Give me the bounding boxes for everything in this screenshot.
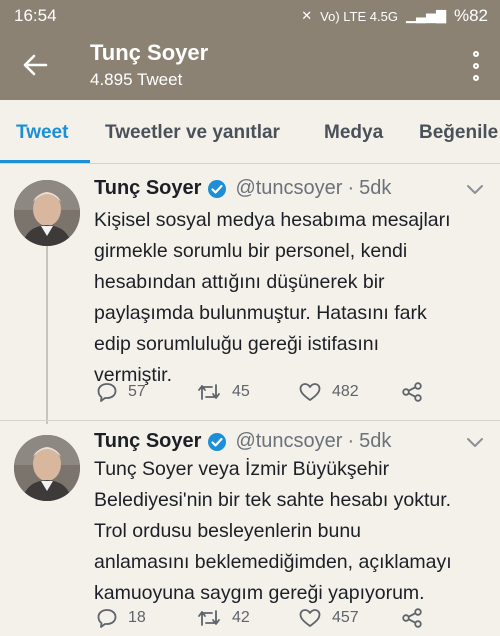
tweet-text-line: Tunç Soyer veya İzmir Büyükşehir (94, 458, 390, 480)
reply-count: 57 (128, 383, 146, 400)
author-handle: @tuncsoyer (235, 177, 343, 199)
thread-line (46, 246, 48, 424)
tweet-text: Tunç Soyer veya İzmir Büyükşehir Belediy… (94, 454, 489, 609)
reply-icon (97, 383, 117, 402)
reply-button[interactable]: 57 (96, 381, 146, 403)
author-name[interactable]: Tunç Soyer (94, 430, 201, 453)
chevron-down-icon[interactable] (466, 437, 484, 449)
share-button[interactable] (400, 607, 424, 629)
like-count: 482 (332, 383, 359, 400)
tweet-text-line: Kişisel sosyal medya hesabıma mesajları (94, 209, 451, 231)
retweet-count: 42 (232, 609, 250, 626)
verified-badge-icon (208, 432, 227, 451)
like-count: 457 (332, 609, 359, 626)
status-bar: 16:54 ✕ Vo) LTE 4.5G ▁▃▅▇ %82 (0, 0, 500, 32)
tweet-count: 4.895 Tweet (90, 70, 183, 89)
profile-header: Tunç Soyer 4.895 Tweet (0, 32, 500, 100)
more-options-button[interactable] (464, 48, 488, 84)
profile-tabs: Tweet Tweetler ve yanıtlar Medya Beğenil… (0, 100, 500, 164)
mute-icon: ✕ (301, 8, 313, 23)
tweet-text-line: girmekle sorumlu bir personel, kendi (94, 240, 408, 262)
network-indicator: Vo) LTE 4.5G (320, 8, 398, 24)
share-icon (402, 382, 422, 402)
separator-dot: · (347, 177, 355, 199)
avatar-image (14, 180, 80, 246)
signal-icon: ▁▃▅▇ (405, 8, 446, 23)
more-vertical-icon (473, 51, 479, 57)
back-button[interactable] (18, 48, 52, 82)
tweet-time: 5dk (359, 177, 392, 199)
tweet-actions: 18 42 457 (94, 607, 494, 631)
tweet-text-line: edip sorumluluğu gereği istifasını (94, 333, 380, 355)
like-button[interactable]: 482 (298, 381, 359, 403)
tab-media[interactable]: Medya (324, 122, 383, 144)
tweet-header: Tunç Soyer @tuncsoyer · 5dk (94, 430, 391, 453)
tweet-text: Kişisel sosyal medya hesabıma mesajları … (94, 205, 489, 391)
profile-title: Tunç Soyer (90, 40, 209, 65)
author-handle: @tuncsoyer (235, 430, 343, 452)
tweet-text-line: Trol ordusu besleyenlerin bunu (94, 520, 362, 542)
retweet-button[interactable]: 42 (196, 607, 250, 629)
share-icon (402, 608, 422, 628)
like-icon (299, 383, 321, 401)
more-vertical-icon-dot (473, 63, 479, 69)
like-button[interactable]: 457 (298, 607, 359, 629)
reply-button[interactable]: 18 (96, 607, 146, 629)
tweet-text-line: paylaşımda bulunmuştur. Hatasını fark (94, 302, 427, 324)
tweet-header: Tunç Soyer @tuncsoyer · 5dk (94, 177, 391, 200)
author-name[interactable]: Tunç Soyer (94, 177, 201, 200)
tab-tweets-and-replies[interactable]: Tweetler ve yanıtlar (105, 122, 280, 144)
retweet-icon (198, 610, 220, 626)
reply-icon (97, 609, 117, 628)
tweet-time: 5dk (359, 430, 392, 452)
tweet-item[interactable]: Tunç Soyer @tuncsoyer · 5dk Kişisel sosy… (0, 164, 500, 424)
tweet-text-line: Belediyesi'nin bir tek sahte hesabı yokt… (94, 489, 452, 511)
status-time: 16:54 (14, 6, 57, 25)
more-vertical-icon-dot (473, 75, 479, 81)
tweet-actions: 57 45 482 (94, 381, 494, 405)
avatar[interactable] (14, 180, 80, 246)
retweet-count: 45 (232, 383, 250, 400)
tweet-text-line: anlamasını beklemediğimden, açıklamayı (94, 551, 452, 573)
tab-tweets[interactable]: Tweet (16, 122, 68, 144)
tweet-text-line: kamuoyuna saygım gereği yapıyorum. (94, 582, 425, 604)
verified-badge-icon (208, 179, 227, 198)
back-arrow-icon (23, 54, 48, 76)
battery-level: %82 (453, 6, 488, 25)
reply-count: 18 (128, 609, 146, 626)
separator-dot: · (347, 430, 355, 452)
chevron-down-icon[interactable] (466, 184, 484, 196)
avatar-image (14, 435, 80, 501)
tweet-item[interactable]: Tunç Soyer @tuncsoyer · 5dk Tunç Soyer v… (0, 421, 500, 636)
status-indicators: ✕ Vo) LTE 4.5G ▁▃▅▇ %82 (301, 6, 488, 26)
avatar[interactable] (14, 435, 80, 501)
retweet-icon (198, 384, 220, 400)
tab-likes[interactable]: Beğenile (419, 122, 498, 144)
tweet-text-line: hesabından attığını düşünerek bir (94, 271, 385, 293)
like-icon (299, 609, 321, 627)
retweet-button[interactable]: 45 (196, 381, 250, 403)
share-button[interactable] (400, 381, 424, 403)
